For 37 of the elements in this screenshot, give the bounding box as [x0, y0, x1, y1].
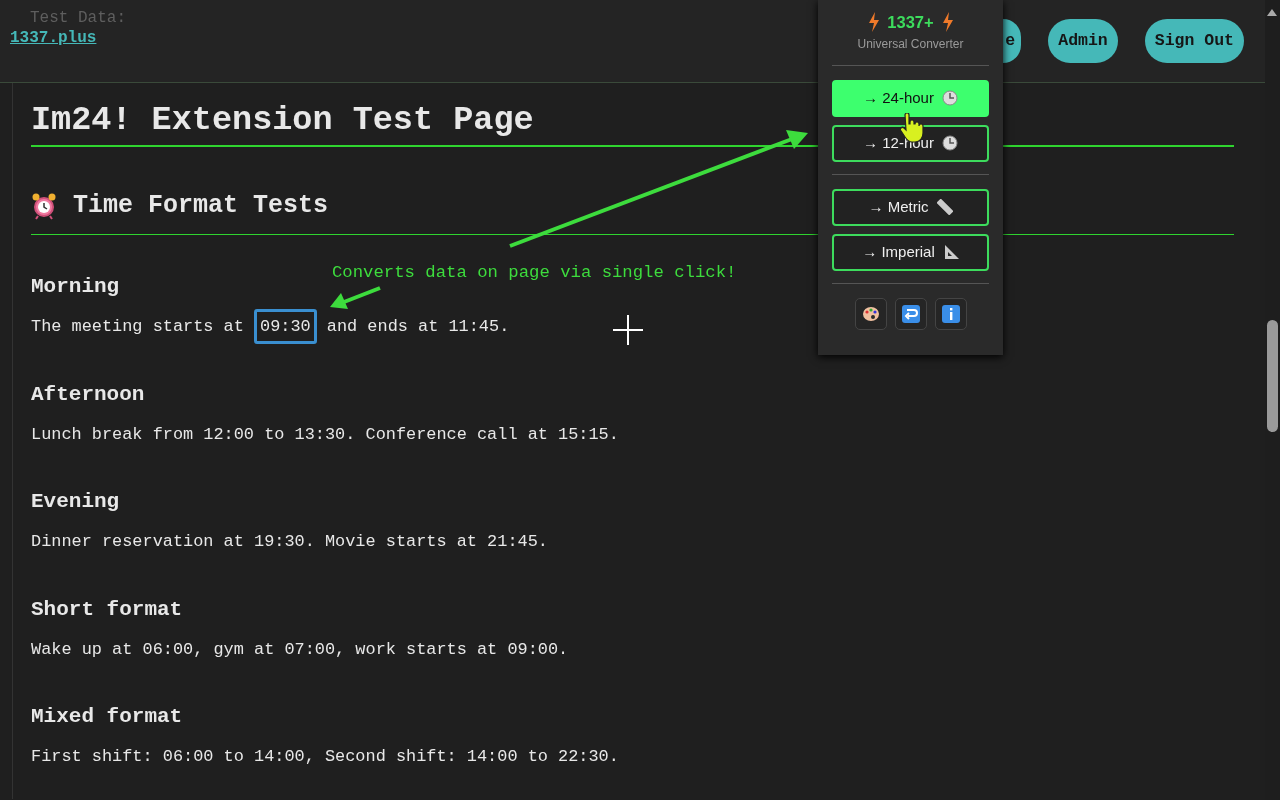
test-sentence: Dinner reservation at 19:30. Movie starts at 21:45. — [31, 532, 548, 552]
test-heading: Evening — [31, 489, 120, 515]
header-button[interactable]: Sign Out — [1144, 19, 1244, 63]
return-arrow-button[interactable] — [894, 297, 927, 330]
popup-title: 1337+ — [887, 12, 934, 33]
test-heading: Short format — [31, 596, 183, 623]
section-title: Time Format Tests — [73, 189, 329, 222]
convert-button[interactable]: → Metric — [832, 188, 989, 226]
scrollbar-thumb[interactable] — [1267, 320, 1278, 432]
clock-icon — [941, 135, 958, 152]
scroll-up-icon — [1267, 9, 1277, 16]
popup-subtitle: Universal Converter — [856, 35, 965, 53]
bolt-icon — [868, 12, 880, 33]
test-heading: Afternoon — [31, 381, 145, 408]
test-heading: Morning — [31, 274, 120, 300]
convert-button[interactable]: → 12-hour — [832, 124, 989, 162]
annotation-text: Converts data on page via single click! — [332, 262, 737, 284]
convert-button[interactable]: → 24-hour — [832, 79, 989, 117]
test-heading: Mixed format — [31, 704, 183, 730]
test-sentence: Lunch break from 12:00 to 13:30. Conference call at 15:15. — [31, 424, 619, 445]
annotation-arrow — [330, 286, 381, 309]
crosshair-icon — [612, 314, 644, 346]
palette-icon — [861, 304, 880, 323]
test-sentence: Wake up at 06:00, gym at 07:00, work starts at 09:00. — [31, 639, 569, 660]
clock-icon — [941, 90, 958, 107]
header-button[interactable]: e — [1003, 19, 1022, 63]
site-link[interactable]: 1337.plus — [10, 28, 126, 48]
alarm-clock-icon — [31, 191, 57, 220]
bolt-icon — [941, 12, 953, 33]
info-button[interactable] — [934, 297, 967, 330]
highlighted-time: 09:30 — [254, 309, 317, 344]
info-icon — [941, 304, 960, 323]
header-button[interactable]: Admin — [1048, 19, 1118, 63]
palette-button[interactable] — [854, 297, 887, 330]
header-label: Test Data: — [29, 8, 126, 28]
convert-button[interactable]: → Imperial — [832, 233, 989, 271]
test-sentence: First shift: 06:00 to 14:00, Second shift: 14:00 to 22:30. — [31, 747, 619, 767]
